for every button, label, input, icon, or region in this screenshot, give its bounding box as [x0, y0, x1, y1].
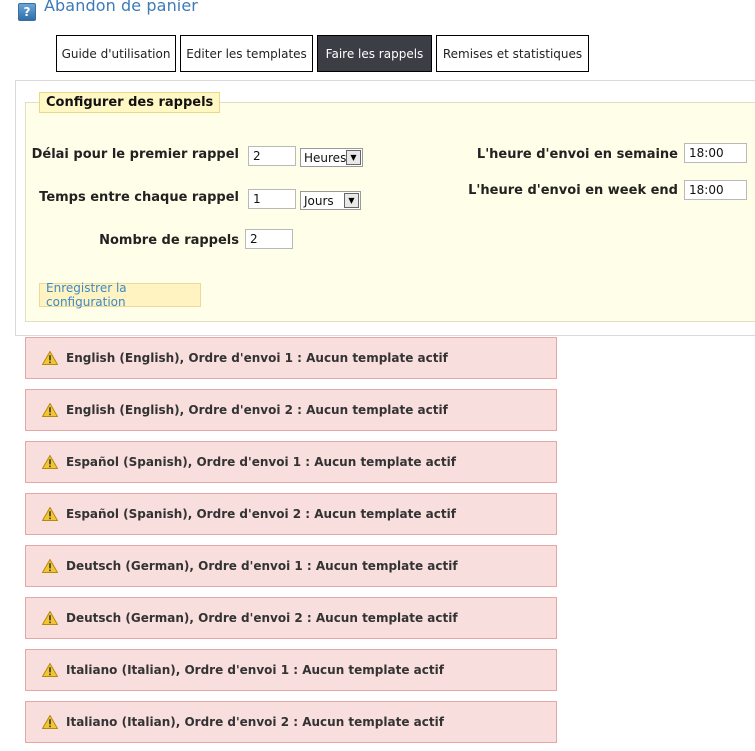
first-delay-unit-value: Heures	[304, 150, 347, 165]
count-label: Nombre de rappels	[99, 233, 239, 248]
between-input[interactable]	[248, 189, 296, 209]
tab-discounts-stats[interactable]: Remises et statistiques	[436, 35, 589, 72]
weekend-time-input[interactable]	[684, 180, 747, 200]
alert-text: Español (Spanish), Ordre d'envoi 1 : Auc…	[66, 455, 456, 469]
save-config-button[interactable]: Enregistrer la configuration	[39, 281, 201, 309]
first-delay-input[interactable]	[248, 146, 296, 166]
warning-triangle-icon	[42, 507, 58, 521]
warning-triangle-icon	[42, 351, 58, 365]
warning-triangle-icon	[42, 715, 58, 729]
alert-item: Deutsch (German), Ordre d'envoi 2 : Aucu…	[25, 597, 557, 639]
config-legend: Configurer des rappels	[39, 92, 221, 113]
alert-text: Italiano (Italian), Ordre d'envoi 1 : Au…	[66, 663, 444, 677]
weekday-time-input[interactable]	[684, 143, 747, 163]
warning-triangle-icon	[42, 559, 58, 573]
weekday-time-label: L'heure d'envoi en semaine	[476, 147, 678, 162]
first-delay-unit-select[interactable]: Heures ▼	[300, 148, 363, 167]
alert-item: Italiano (Italian), Ordre d'envoi 1 : Au…	[25, 649, 557, 691]
between-unit-value: Jours	[304, 193, 334, 208]
alert-text: Italiano (Italian), Ordre d'envoi 2 : Au…	[66, 715, 444, 729]
first-delay-label: Délai pour le premier rappel	[31, 147, 239, 162]
chevron-down-icon: ▼	[344, 193, 359, 208]
tab-edit-templates[interactable]: Editer les templates	[180, 35, 313, 72]
warning-triangle-icon	[42, 455, 58, 469]
tab-bar: Guide d'utilisation Editer les templates…	[56, 35, 593, 72]
warning-triangle-icon	[42, 403, 58, 417]
tab-guide[interactable]: Guide d'utilisation	[56, 35, 176, 72]
alert-text: Deutsch (German), Ordre d'envoi 2 : Aucu…	[66, 611, 458, 625]
alert-item: Español (Spanish), Ordre d'envoi 1 : Auc…	[25, 441, 557, 483]
alert-item: English (English), Ordre d'envoi 2 : Auc…	[25, 389, 557, 431]
alert-item: Español (Spanish), Ordre d'envoi 2 : Auc…	[25, 493, 557, 535]
alert-item: Deutsch (German), Ordre d'envoi 1 : Aucu…	[25, 545, 557, 587]
between-unit-select[interactable]: Jours ▼	[300, 191, 361, 210]
chevron-down-icon: ▼	[346, 150, 361, 165]
alert-item: Italiano (Italian), Ordre d'envoi 2 : Au…	[25, 701, 557, 743]
alert-text: English (English), Ordre d'envoi 1 : Auc…	[66, 351, 448, 365]
warning-triangle-icon	[42, 663, 58, 677]
alert-text: Deutsch (German), Ordre d'envoi 1 : Aucu…	[66, 559, 458, 573]
alert-text: Español (Spanish), Ordre d'envoi 2 : Auc…	[66, 507, 456, 521]
page-title: Abandon de panier	[44, 0, 198, 15]
between-label: Temps entre chaque rappel	[39, 190, 239, 205]
tab-reminders[interactable]: Faire les rappels	[317, 35, 432, 72]
weekend-time-label: L'heure d'envoi en week end	[468, 183, 678, 198]
alert-item: English (English), Ordre d'envoi 1 : Auc…	[25, 337, 557, 379]
count-input[interactable]	[245, 229, 293, 249]
help-book-icon: ?	[18, 3, 36, 21]
alert-text: English (English), Ordre d'envoi 2 : Auc…	[66, 403, 448, 417]
warning-triangle-icon	[42, 611, 58, 625]
